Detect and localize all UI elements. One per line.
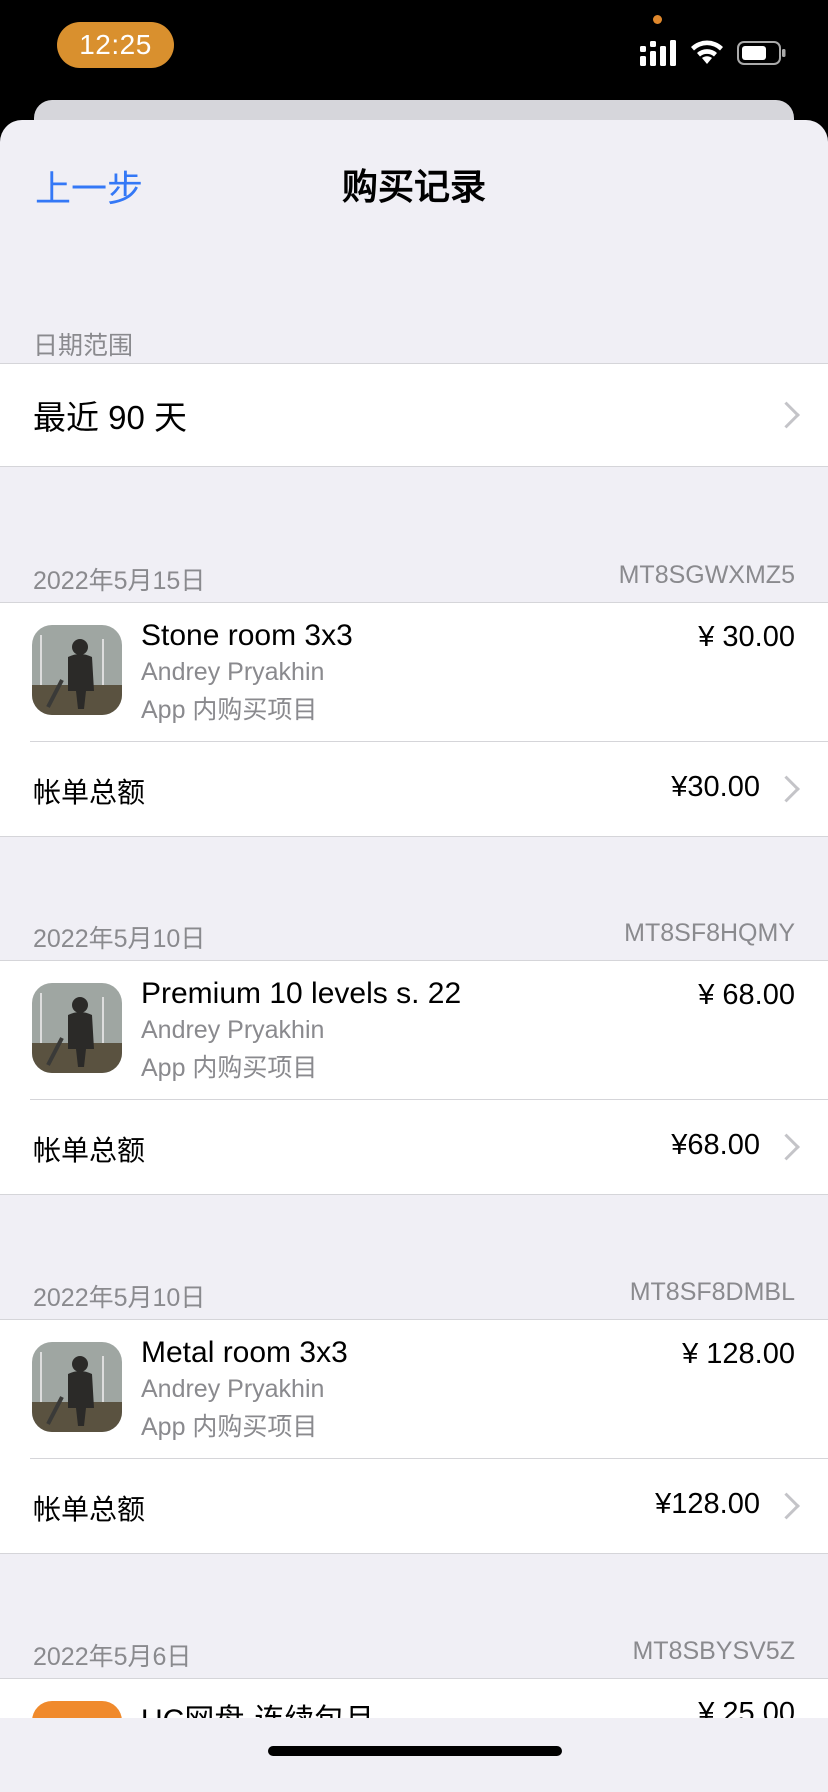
order-id: MT8SGWXMZ5 [618, 561, 795, 589]
status-time: 12:25 [57, 22, 174, 68]
chevron-right-icon [773, 1492, 800, 1519]
purchase-item-row[interactable]: Premium 10 levels s. 22 Andrey Pryakhin … [0, 961, 828, 1099]
date-range-header-label: 日期范围 [33, 332, 134, 360]
date-range-row[interactable]: 最近 90 天 [0, 364, 828, 466]
purchase-date: 2022年5月15日 [33, 567, 206, 595]
purchase-group: Premium 10 levels s. 22 Andrey Pryakhin … [0, 960, 828, 1195]
home-indicator-bar[interactable] [268, 1746, 562, 1756]
page-title: 购买记录 [341, 166, 486, 207]
purchase-header: 2022年5月10日 MT8SF8DMBL [33, 1278, 795, 1314]
bill-total-row[interactable]: 帐单总额 ¥30.00 [0, 741, 828, 836]
battery-icon [737, 41, 786, 65]
item-price: ¥ 128.00 [682, 1338, 795, 1370]
item-name: Metal room 3x3 [141, 1336, 348, 1369]
purchase-date: 2022年5月6日 [33, 1643, 192, 1671]
item-type: App 内购买项目 [141, 1054, 318, 1082]
purchase-item-row[interactable]: Stone room 3x3 Andrey Pryakhin App 内购买项目… [0, 603, 828, 741]
bill-total-label: 帐单总额 [33, 1135, 146, 1166]
item-type: App 内购买项目 [141, 696, 318, 724]
bill-total-label: 帐单总额 [33, 1494, 146, 1525]
item-developer: Andrey Pryakhin [141, 1016, 325, 1044]
bill-total-row[interactable]: 帐单总额 ¥128.00 [0, 1458, 828, 1553]
order-id: MT8SF8HQMY [624, 919, 795, 947]
app-icon [32, 1342, 122, 1432]
order-id: MT8SF8DMBL [629, 1278, 795, 1306]
bill-total-row[interactable]: 帐单总额 ¥68.00 [0, 1099, 828, 1194]
purchase-group: Metal room 3x3 Andrey Pryakhin App 内购买项目… [0, 1319, 828, 1554]
purchase-header: 2022年5月6日 MT8SBYSV5Z [33, 1637, 795, 1673]
status-bar: 12:25 [0, 0, 828, 100]
bill-total-label: 帐单总额 [33, 777, 146, 808]
home-bar-area [0, 1718, 828, 1792]
chevron-right-icon [773, 1133, 800, 1160]
app-icon [32, 983, 122, 1073]
item-price: ¥ 68.00 [698, 979, 795, 1011]
purchase-item-row[interactable]: Metal room 3x3 Andrey Pryakhin App 内购买项目… [0, 1320, 828, 1458]
item-developer: Andrey Pryakhin [141, 1375, 325, 1403]
date-range-group: 最近 90 天 [0, 363, 828, 467]
chevron-right-icon [773, 401, 800, 429]
signal-icon [640, 40, 676, 66]
app-icon [32, 625, 122, 715]
item-name: Stone room 3x3 [141, 619, 353, 652]
wifi-icon [691, 40, 723, 64]
purchase-history-sheet: 上一步 购买记录 日期范围 最近 90 天 2022年5月15日 MT8SGWX… [0, 120, 828, 1792]
chevron-right-icon [773, 775, 800, 802]
purchase-header: 2022年5月10日 MT8SF8HQMY [33, 919, 795, 955]
bill-total-value: ¥68.00 [671, 1129, 760, 1161]
purchase-date: 2022年5月10日 [33, 925, 206, 953]
order-id: MT8SBYSV5Z [632, 1637, 795, 1665]
navigation-bar: 上一步 购买记录 [0, 120, 828, 242]
item-type: App 内购买项目 [141, 1413, 318, 1441]
purchase-date: 2022年5月10日 [33, 1284, 206, 1312]
item-developer: Andrey Pryakhin [141, 658, 325, 686]
purchase-group: Stone room 3x3 Andrey Pryakhin App 内购买项目… [0, 602, 828, 837]
purchase-header: 2022年5月15日 MT8SGWXMZ5 [33, 561, 795, 597]
item-price: ¥ 30.00 [698, 621, 795, 653]
bill-total-value: ¥128.00 [655, 1488, 760, 1520]
date-range-value: 最近 90 天 [33, 399, 188, 436]
privacy-indicator-dot [653, 15, 662, 24]
bill-total-value: ¥30.00 [671, 771, 760, 803]
date-range-header: 日期范围 [33, 326, 795, 362]
item-name: Premium 10 levels s. 22 [141, 977, 462, 1010]
